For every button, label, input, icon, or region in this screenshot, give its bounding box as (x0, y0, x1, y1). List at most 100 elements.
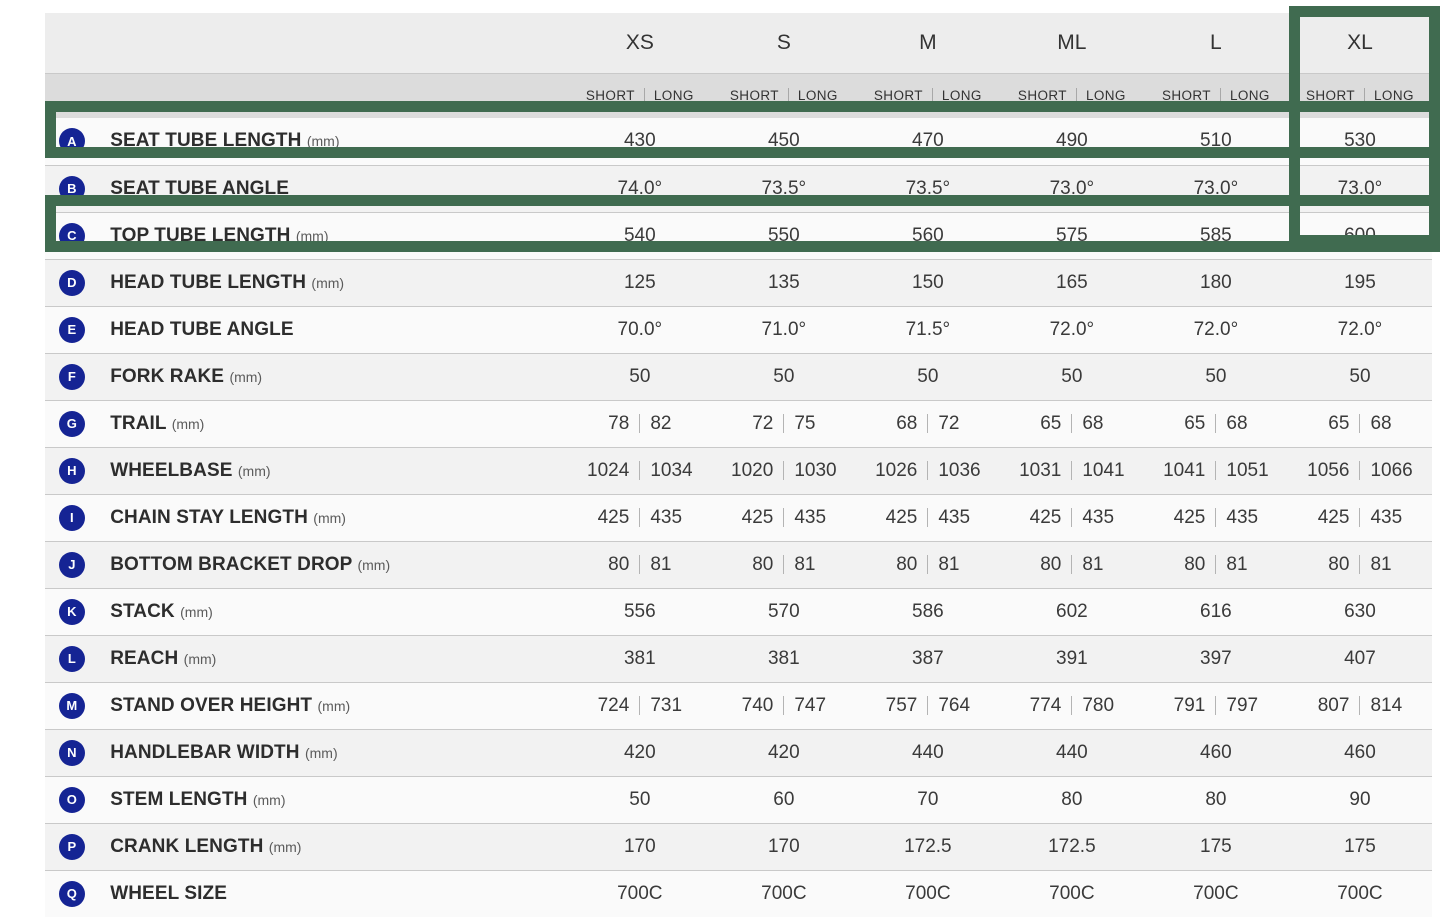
separator-icon (927, 555, 929, 574)
value-cell-l: 425 435 (1143, 493, 1288, 541)
row-label: FORK RAKE (110, 365, 225, 387)
value-short: 1041 (1163, 459, 1206, 481)
value-long: 1066 (1370, 459, 1413, 481)
table-row: G TRAIL (mm) 78 82 72 75 68 72 65 68 65 68 65 68 (12, 399, 1432, 447)
row-label-cell: HEAD TUBE ANGLE (98, 305, 568, 353)
separator-icon (783, 508, 785, 527)
value-cell-xs: 1024 1034 (567, 446, 712, 494)
value-text: 73.0° (1337, 177, 1383, 199)
value-cell-xs: 724 731 (567, 681, 712, 729)
table-row: H WHEELBASE (mm) 1024 1034 1020 1030 1026 1036 1… (12, 446, 1432, 494)
value-cell-s: 450 (711, 118, 856, 165)
value-cell-m: 68 72 (855, 399, 1000, 447)
row-gutter (12, 447, 46, 494)
measurement-badge-icon: G (58, 410, 85, 437)
row-gutter (12, 635, 46, 682)
table-row: E HEAD TUBE ANGLE 70.0° 71.0° 71.5° 72.0° 72.0… (12, 305, 1432, 353)
value-short: 80 (896, 553, 918, 575)
value-cell-l: 80 81 (1143, 540, 1288, 588)
value-cell-xs: 700C (567, 869, 712, 917)
value-cell-s: 60 (711, 775, 856, 823)
separator-icon (783, 414, 785, 433)
value-long: 1041 (1082, 459, 1125, 481)
value-text: 72.0° (1049, 318, 1095, 340)
value-cell-l: 50 (1143, 352, 1288, 400)
row-badge-cell: Q (45, 869, 99, 917)
value-text: 175 (1200, 835, 1232, 857)
size-header-xl[interactable]: XL (1287, 13, 1432, 73)
value-long: 68 (1226, 412, 1248, 434)
value-long: 435 (1370, 506, 1403, 528)
value-long: 747 (794, 694, 827, 716)
value-cell-m: 150 (855, 258, 1000, 306)
value-cell-s: 80 81 (711, 540, 856, 588)
value-text: 73.5° (761, 177, 807, 199)
measurement-badge-icon: O (58, 786, 85, 813)
separator-icon (639, 555, 641, 574)
row-label-cell: BOTTOM BRACKET DROP (mm) (98, 540, 568, 588)
value-short: 740 (741, 694, 774, 716)
value-short: 425 (1173, 506, 1206, 528)
value-text: 600 (1344, 224, 1376, 246)
size-header-ml[interactable]: ML (999, 13, 1144, 73)
row-gutter (12, 588, 46, 635)
value-text: 165 (1056, 271, 1088, 293)
row-label-cell: SEAT TUBE ANGLE (98, 164, 568, 212)
value-cell-ml: 80 (999, 775, 1144, 823)
value-cell-xl: 630 (1287, 587, 1432, 635)
row-gutter (12, 212, 46, 259)
value-long: 75 (794, 412, 816, 434)
row-gutter (12, 776, 46, 823)
value-cell-xl: 65 68 (1287, 399, 1432, 447)
row-label-cell: HANDLEBAR WIDTH (mm) (98, 728, 568, 776)
value-long: 764 (938, 694, 971, 716)
value-text: 397 (1200, 647, 1232, 669)
value-cell-l: 180 (1143, 258, 1288, 306)
long-label: LONG (653, 88, 694, 104)
size-header-l[interactable]: L (1143, 13, 1288, 73)
value-text: 420 (623, 741, 656, 763)
value-text: 585 (1200, 224, 1232, 246)
value-text: 150 (912, 271, 944, 293)
value-cell-s: 740 747 (711, 681, 856, 729)
table-row: Q WHEEL SIZE 700C 700C 700C 700C 700C 700C (12, 869, 1432, 917)
value-text: 125 (623, 271, 656, 293)
row-badge-cell: N (45, 728, 99, 776)
separator-icon (1215, 555, 1217, 574)
size-header-row: XS S M ML L XL (12, 13, 1432, 73)
value-cell-s: 71.0° (711, 305, 856, 353)
size-header-s[interactable]: S (711, 13, 856, 73)
row-badge-cell: F (45, 352, 99, 400)
short-label: SHORT (729, 88, 779, 104)
row-label: HANDLEBAR WIDTH (110, 741, 300, 763)
row-unit: (mm) (252, 791, 286, 808)
value-text: 540 (623, 224, 656, 246)
row-badge-cell: G (45, 399, 99, 447)
value-text: 450 (767, 130, 800, 152)
value-cell-xs: 125 (567, 258, 712, 306)
row-label: HEAD TUBE LENGTH (110, 271, 307, 293)
value-text: 74.0° (617, 177, 663, 199)
value-cell-m: 757 764 (855, 681, 1000, 729)
value-text: 135 (767, 271, 800, 293)
value-text: 630 (1344, 600, 1376, 622)
row-badge-cell: D (45, 258, 99, 306)
value-cell-m: 440 (855, 728, 1000, 776)
size-header-xs[interactable]: XS (567, 13, 712, 73)
size-header-m[interactable]: M (855, 13, 1000, 73)
bike-geometry-table: XS S M ML L XL SHORT LONG SHORT LONG SHO… (12, 13, 1432, 917)
value-cell-ml: 65 68 (999, 399, 1144, 447)
row-badge-cell: C (45, 211, 99, 259)
row-gutter (12, 165, 46, 212)
value-cell-xl: 460 (1287, 728, 1432, 776)
row-unit: (mm) (237, 462, 271, 479)
value-cell-ml: 425 435 (999, 493, 1144, 541)
value-cell-m: 70 (855, 775, 1000, 823)
value-cell-xs: 381 (567, 634, 712, 682)
row-unit: (mm) (183, 650, 217, 667)
value-short: 80 (1040, 553, 1062, 575)
separator-icon (1359, 461, 1361, 480)
value-cell-l: 65 68 (1143, 399, 1288, 447)
header-label-blank (45, 13, 568, 73)
value-text: 172.5 (904, 835, 952, 857)
